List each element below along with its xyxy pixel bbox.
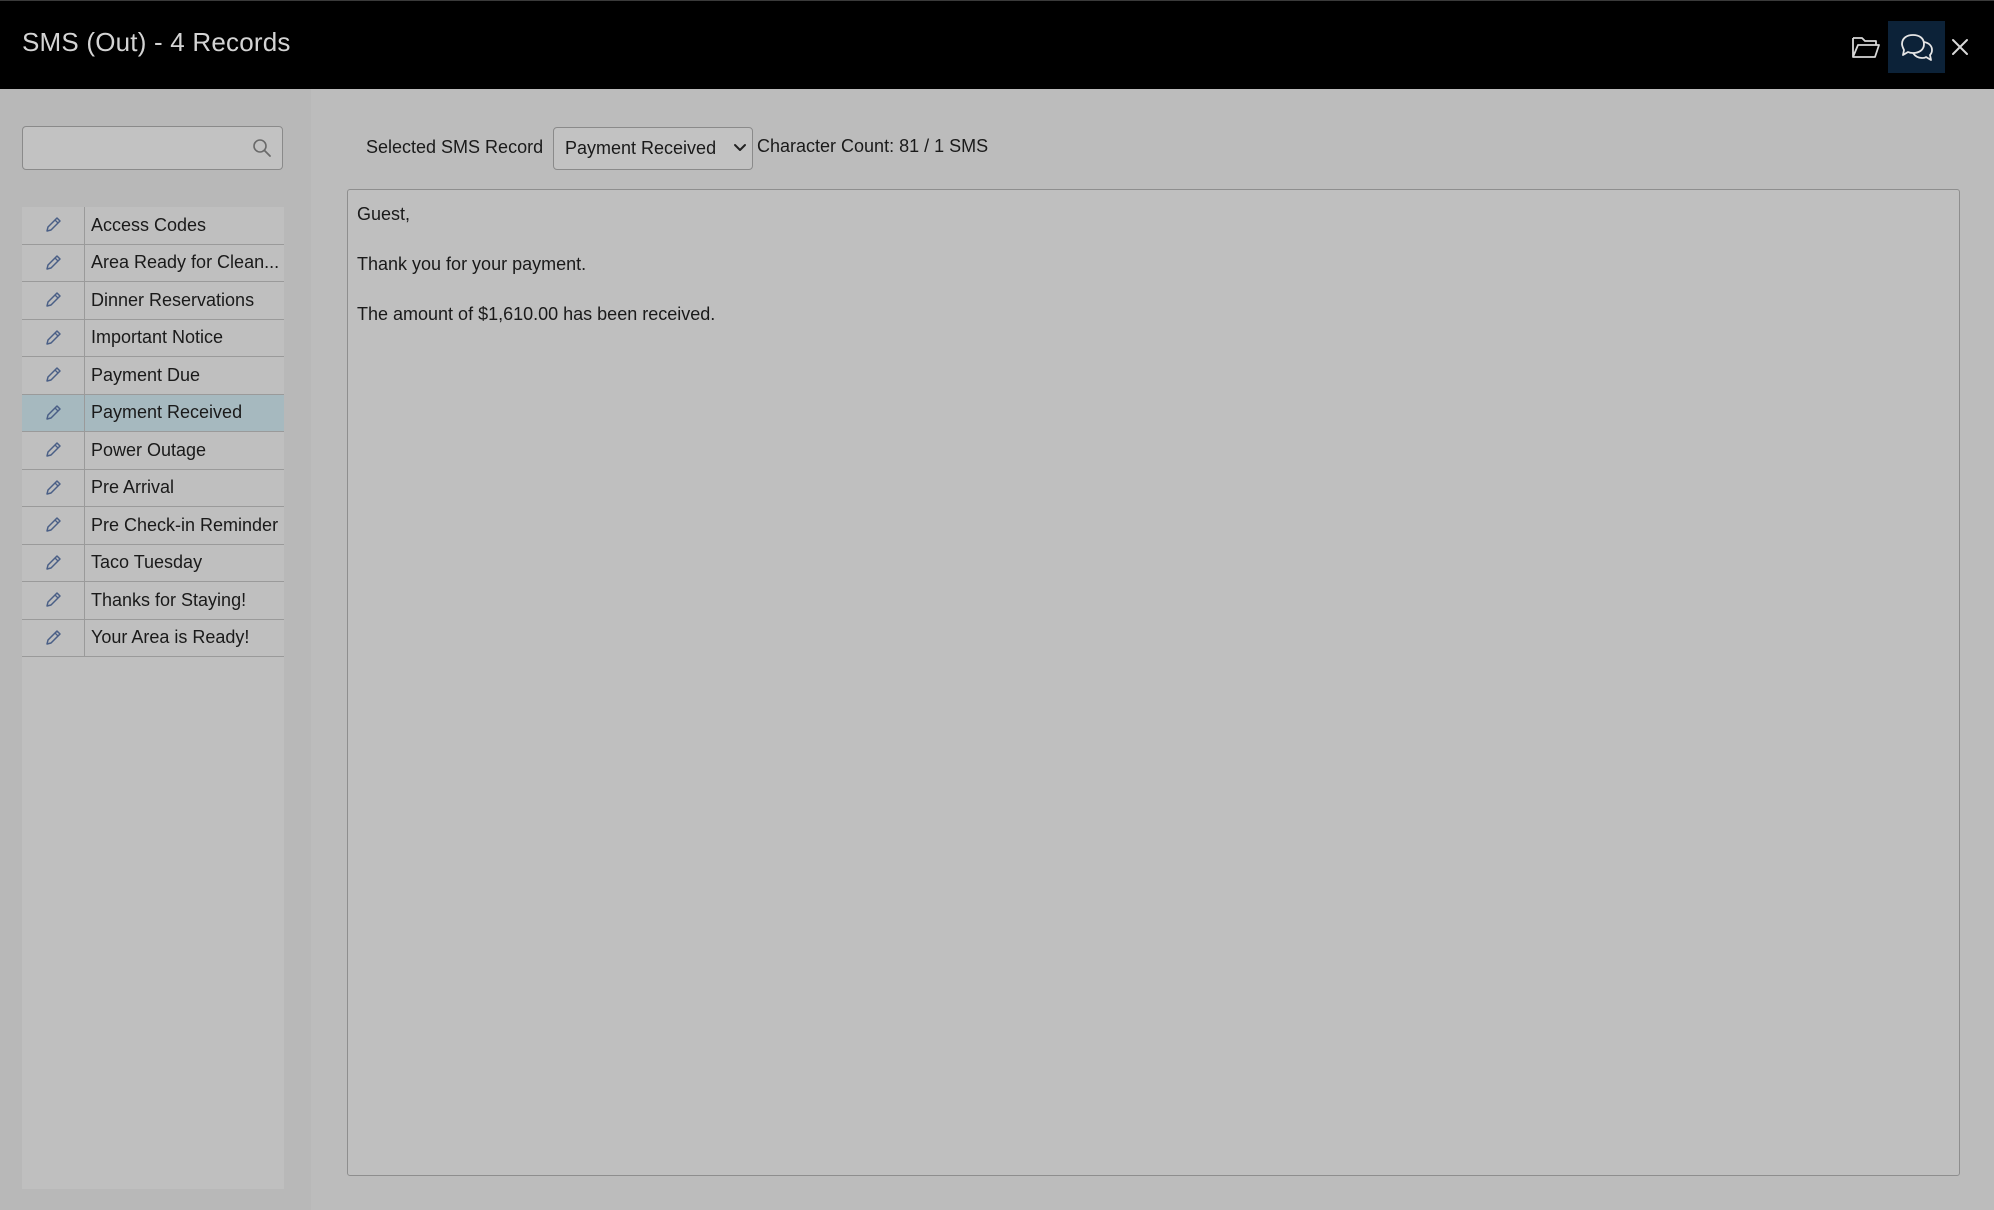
pencil-icon [46,330,61,345]
edit-pencil-button[interactable] [22,394,85,431]
edit-pencil-button[interactable] [22,432,85,469]
chat-bubbles-icon [1900,34,1933,61]
edit-pencil-button[interactable] [22,619,85,656]
pencil-icon [46,630,61,645]
selected-record-label: Selected SMS Record [366,137,544,157]
search-box [22,126,283,170]
edit-pencil-button[interactable] [22,469,85,506]
list-item[interactable]: Payment Received [22,394,284,432]
character-count: Character Count: 81 / 1 SMS [757,136,989,156]
message-line: The amount of $1,610.00 has been receive… [357,304,716,324]
edit-pencil-button[interactable] [22,319,85,356]
list-item-label: Your Area is Ready! [91,627,250,648]
pencil-icon [46,405,61,420]
search-icon[interactable] [252,138,272,158]
edit-pencil-button[interactable] [22,207,85,244]
list-item-label: Thanks for Staying! [91,589,247,610]
list-item-label: Access Codes [91,214,207,235]
list-item[interactable]: Taco Tuesday [22,544,284,582]
list-item[interactable]: Dinner Reservations [22,282,284,320]
chevron-down-icon [734,144,746,151]
list-item-label: Pre Arrival [91,477,175,498]
pencil-icon [46,367,61,382]
list-item-label: Dinner Reservations [91,289,255,310]
list-item[interactable]: Your Area is Ready! [22,619,284,657]
list-item-label: Area Ready for Clean... [91,252,280,273]
edit-pencil-button[interactable] [22,244,85,281]
pencil-icon [46,592,61,607]
list-item[interactable]: Power Outage [22,432,284,470]
list-item-label: Payment Due [91,364,201,385]
list-item[interactable]: Access Codes [22,207,284,245]
pencil-icon [46,480,61,495]
list-item-label: Payment Received [91,402,243,423]
list-item-label: Taco Tuesday [91,552,203,573]
list-item[interactable]: Important Notice [22,319,284,357]
pencil-icon [46,292,61,307]
list-item[interactable]: Pre Arrival [22,469,284,507]
list-item-label: Pre Check-in Reminder [91,514,279,535]
message-line: Thank you for your payment. [357,254,587,274]
close-icon [1952,39,1968,55]
folder-open-icon [1852,37,1880,58]
title-bar: SMS (Out) - 4 Records [0,0,1994,89]
pencil-icon [46,517,61,532]
message-line: Guest, [357,204,411,224]
edit-pencil-button[interactable] [22,544,85,581]
pencil-icon [46,255,61,270]
selected-record-value: Payment Received [565,138,717,158]
close-button[interactable] [1946,21,1974,73]
pencil-icon [46,217,61,232]
pencil-icon [46,442,61,457]
sms-chat-button[interactable] [1888,21,1945,73]
edit-pencil-button[interactable] [22,582,85,619]
sms-template-list: Access Codes Area Ready for Clean... Dinne… [22,207,284,1189]
edit-pencil-button[interactable] [22,282,85,319]
list-item[interactable]: Payment Due [22,357,284,395]
message-body-editor[interactable]: Guest, Thank you for your payment. The a… [347,189,1960,1176]
list-item[interactable]: Pre Check-in Reminder [22,507,284,545]
list-item-label: Power Outage [91,439,207,460]
list-item-label: Important Notice [91,327,224,348]
open-folder-button[interactable] [1846,21,1886,73]
main-panel: Selected SMS Record Payment Received Cha… [311,89,1994,1210]
edit-pencil-button[interactable] [22,357,85,394]
list-item[interactable]: Area Ready for Clean... [22,244,284,282]
sidebar: Access Codes Area Ready for Clean... Dinne… [0,89,311,1210]
window-title: SMS (Out) - 4 Records [22,27,291,57]
selected-record-dropdown[interactable]: Payment Received [553,127,753,170]
list-item[interactable]: Thanks for Staying! [22,582,284,620]
pencil-icon [46,555,61,570]
edit-pencil-button[interactable] [22,507,85,544]
search-input[interactable] [31,133,241,163]
